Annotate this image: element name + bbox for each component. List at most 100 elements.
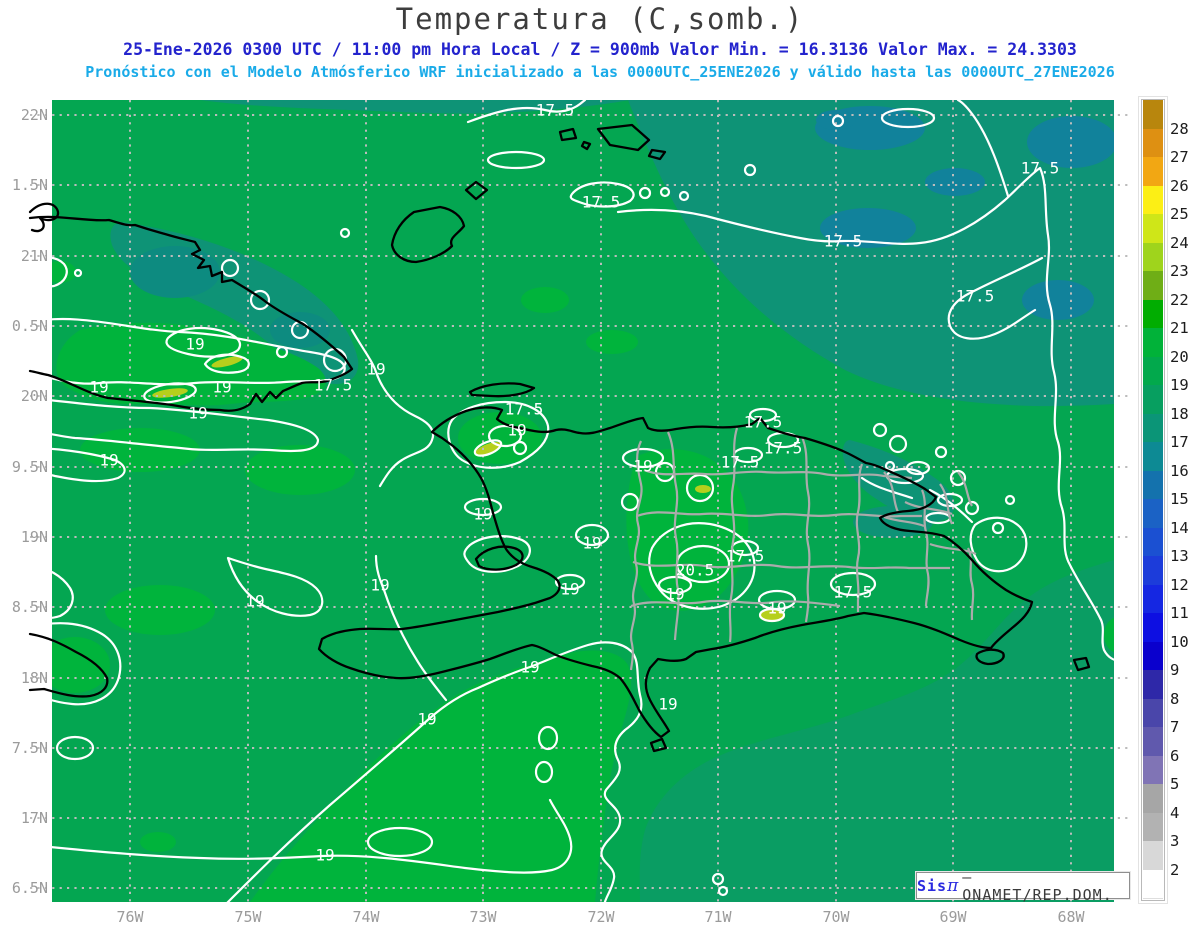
watermark-brand: Sis (917, 876, 948, 895)
contour-value-label: 17.5 (823, 231, 863, 251)
colorbar (1141, 99, 1165, 901)
contour-value-label: 17.5 (833, 582, 873, 602)
colorbar-tick-label: 11 (1170, 604, 1189, 622)
lat-tick-label: 19N (20, 528, 48, 546)
contour-value-label: 17.5 (504, 399, 544, 419)
contour-value-label: 19 (212, 377, 232, 397)
contour-value-label: 20.5 (675, 560, 715, 580)
lat-tick-label: 9.5N (11, 458, 48, 476)
contour-value-label: 17.5 (313, 375, 353, 395)
colorbar-segment (1143, 641, 1163, 671)
colorbar-tick-label: 6 (1170, 746, 1180, 765)
colorbar-segment (1143, 356, 1163, 386)
colorbar-tick-label: 9 (1170, 661, 1180, 679)
colorbar-segment (1143, 385, 1163, 415)
lon-tick-label: 70W (822, 908, 850, 926)
contour-value-label: 19 (370, 575, 390, 595)
weather-map-screenshot: Temperatura (C,somb.) 25-Ene-2026 0300 U… (0, 0, 1200, 927)
colorbar-segment (1143, 100, 1163, 130)
lon-tick-label: 75W (234, 908, 262, 926)
colorbar-segment (1143, 841, 1163, 871)
contour-value-label: 19 (185, 334, 205, 354)
contour-value-label: 19 (315, 845, 335, 865)
temperature-shading (52, 100, 1114, 902)
colorbar-tick-label: 24 (1170, 233, 1189, 252)
colorbar-tick-label: 10 (1170, 632, 1189, 651)
contour-value-label: 19 (582, 533, 602, 553)
contour-value-label: 19 (633, 456, 653, 476)
colorbar-tick-label: 25 (1170, 205, 1189, 223)
colorbar-segment (1143, 299, 1163, 329)
colorbar-segment (1143, 869, 1163, 899)
colorbar-segment (1143, 727, 1163, 757)
lat-tick-label: 1.5N (11, 176, 48, 194)
colorbar-segment (1143, 499, 1163, 529)
lon-tick-label: 69W (939, 908, 967, 926)
map-canvas (28, 98, 1130, 907)
contour-value-label: 19 (658, 694, 678, 714)
colorbar-segment (1143, 698, 1163, 728)
colorbar-tick-label: 7 (1170, 718, 1180, 736)
colorbar-tick-label: 23 (1170, 262, 1189, 280)
colorbar-tick-label: 28 (1170, 119, 1189, 138)
colorbar-tick-label: 14 (1170, 518, 1189, 537)
colorbar-tick-label: 12 (1170, 575, 1189, 594)
contour-value-label: 19 (99, 450, 119, 470)
watermark-box: Sis π – ONAMET/REP.DOM. (916, 868, 1130, 904)
colorbar-tick-label: 21 (1170, 319, 1189, 337)
colorbar-tick-label: 15 (1170, 490, 1189, 508)
colorbar-segment (1143, 157, 1163, 187)
lon-tick-label: 68W (1057, 908, 1085, 926)
contour-value-label: 17.5 (1020, 158, 1060, 178)
colorbar-segment (1143, 242, 1163, 272)
lat-tick-label: 20N (20, 387, 48, 405)
colorbar-segment (1143, 784, 1163, 814)
contour-value-label: 19 (188, 403, 208, 423)
colorbar-segment (1143, 413, 1163, 443)
contour-value-label: 19 (417, 709, 437, 729)
lat-tick-label: 8.5N (11, 598, 48, 616)
colorbar-segment (1143, 128, 1163, 158)
colorbar-tick-label: 3 (1170, 832, 1180, 850)
lat-tick-label: 17N (20, 809, 48, 827)
lat-tick-label: 0.5N (11, 317, 48, 335)
contour-value-label: 19 (89, 377, 109, 397)
contour-value-label: 19 (520, 657, 540, 677)
contour-value-label: 17.5 (720, 452, 760, 472)
colorbar-tick-label: 8 (1170, 689, 1180, 708)
colorbar-tick-label: 5 (1170, 775, 1180, 793)
lon-tick-label: 73W (469, 908, 497, 926)
colorbar-segment (1143, 755, 1163, 785)
lon-tick-label: 72W (587, 908, 615, 926)
contour-value-label: 19 (767, 598, 787, 618)
watermark-text: – ONAMET/REP.DOM. (962, 867, 1113, 904)
lon-tick-label: 76W (116, 908, 144, 926)
contour-value-label: 17.5 (763, 438, 803, 458)
colorbar-segment (1143, 214, 1163, 244)
colorbar-tick-label: 27 (1170, 148, 1189, 166)
lat-tick-label: 21N (20, 247, 48, 265)
colorbar-tick-label: 4 (1170, 803, 1180, 822)
colorbar-tick-label: 2 (1170, 860, 1180, 879)
contour-value-label: 17.5 (535, 100, 575, 120)
colorbar-tick-label: 19 (1170, 376, 1189, 394)
colorbar-tick-label: 16 (1170, 461, 1189, 480)
colorbar-tick-label: 20 (1170, 347, 1189, 366)
lat-tick-label: 18N (20, 669, 48, 687)
colorbar-segment (1143, 613, 1163, 643)
colorbar-segment (1143, 527, 1163, 557)
pi-icon: π (947, 875, 960, 896)
contour-value-label: 19 (245, 591, 265, 611)
colorbar-segment (1143, 556, 1163, 586)
contour-value-label: 19 (366, 359, 386, 379)
colorbar-tick-label: 18 (1170, 404, 1189, 423)
colorbar-tick-label: 17 (1170, 433, 1189, 451)
contour-value-label: 17.5 (955, 286, 995, 306)
lon-tick-label: 71W (704, 908, 732, 926)
colorbar-tick-label: 13 (1170, 547, 1189, 565)
colorbar-segment (1143, 670, 1163, 700)
contour-value-label: 19 (507, 420, 527, 440)
colorbar-segment (1143, 271, 1163, 301)
lat-tick-label: 7.5N (11, 739, 48, 757)
colorbar-segment (1143, 185, 1163, 215)
